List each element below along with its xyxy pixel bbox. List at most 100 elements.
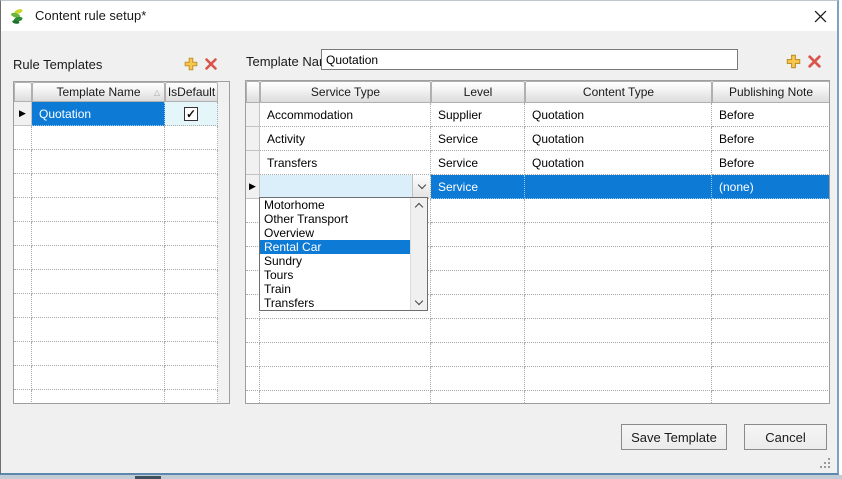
publishing-note-cell[interactable]: Before	[712, 103, 830, 127]
empty-cell[interactable]	[165, 150, 218, 174]
dropdown-item[interactable]: Overview	[260, 226, 410, 240]
level-cell[interactable]: Service	[431, 151, 525, 175]
empty-cell[interactable]	[32, 150, 165, 174]
empty-cell[interactable]	[525, 199, 712, 223]
empty-cell[interactable]	[14, 366, 32, 390]
service-type-combobox[interactable]	[260, 175, 430, 198]
empty-cell[interactable]	[712, 199, 830, 223]
content-type-cell[interactable]: Quotation	[525, 151, 712, 175]
empty-cell[interactable]	[14, 174, 32, 198]
empty-cell[interactable]	[260, 319, 431, 343]
isdefault-cell[interactable]: ✓	[165, 102, 218, 126]
add-template-button[interactable]	[183, 56, 199, 72]
empty-cell[interactable]	[165, 198, 218, 222]
cancel-button[interactable]: Cancel	[744, 424, 827, 450]
save-template-button[interactable]: Save Template	[621, 424, 727, 450]
empty-cell[interactable]	[246, 367, 260, 391]
delete-template-button[interactable]	[203, 56, 219, 72]
empty-cell[interactable]	[246, 343, 260, 367]
empty-cell[interactable]	[260, 367, 431, 391]
dropdown-item[interactable]: Train	[260, 282, 410, 296]
empty-table-row[interactable]	[14, 318, 229, 342]
table-row-activity[interactable]: Activity Service Quotation Before	[246, 127, 829, 151]
empty-cell[interactable]	[525, 367, 712, 391]
empty-cell[interactable]	[14, 318, 32, 342]
publishing-note-cell[interactable]: Before	[712, 127, 830, 151]
publishing-note-column-header[interactable]: Publishing Note	[712, 81, 830, 103]
empty-cell[interactable]	[14, 126, 32, 150]
empty-cell[interactable]	[32, 390, 165, 404]
empty-table-row[interactable]	[14, 342, 229, 366]
empty-cell[interactable]	[431, 343, 525, 367]
empty-cell[interactable]	[712, 247, 830, 271]
dropdown-item[interactable]: Motorhome	[260, 198, 410, 212]
empty-cell[interactable]	[246, 223, 260, 247]
empty-cell[interactable]	[32, 198, 165, 222]
checkbox-checked-icon[interactable]: ✓	[184, 107, 198, 121]
empty-cell[interactable]	[525, 319, 712, 343]
empty-cell[interactable]	[165, 294, 218, 318]
row-selector[interactable]	[246, 151, 260, 175]
empty-table-row[interactable]	[14, 198, 229, 222]
delete-rule-button[interactable]	[806, 53, 822, 69]
empty-cell[interactable]	[32, 246, 165, 270]
empty-cell[interactable]	[712, 295, 830, 319]
dropdown-item[interactable]: Rental Car	[260, 240, 410, 254]
empty-cell[interactable]	[32, 342, 165, 366]
service-type-cell[interactable]: Activity	[260, 127, 431, 151]
empty-table-row[interactable]	[14, 174, 229, 198]
empty-cell[interactable]	[246, 319, 260, 343]
scroll-down-button[interactable]	[411, 295, 427, 310]
empty-cell[interactable]	[246, 247, 260, 271]
service-type-cell[interactable]: Transfers	[260, 151, 431, 175]
empty-cell[interactable]	[32, 294, 165, 318]
empty-cell[interactable]	[246, 199, 260, 223]
empty-cell[interactable]	[14, 342, 32, 366]
empty-cell[interactable]	[32, 174, 165, 198]
dropdown-scrollbar[interactable]	[410, 198, 427, 310]
empty-table-row[interactable]	[246, 367, 829, 391]
empty-cell[interactable]	[431, 199, 525, 223]
template-name-cell[interactable]: Quotation	[32, 102, 165, 126]
empty-cell[interactable]	[525, 295, 712, 319]
empty-cell[interactable]	[525, 391, 712, 404]
empty-table-row[interactable]	[14, 126, 229, 150]
empty-cell[interactable]	[32, 318, 165, 342]
dropdown-item[interactable]: Other Transport	[260, 212, 410, 226]
service-type-cell[interactable]: Accommodation	[260, 103, 431, 127]
publishing-note-cell[interactable]: (none)	[712, 175, 830, 199]
empty-table-row[interactable]	[246, 343, 829, 367]
empty-cell[interactable]	[712, 223, 830, 247]
level-cell[interactable]: Service	[431, 175, 525, 199]
table-row-editing[interactable]: ▶ Service (none)	[246, 175, 829, 199]
resize-grip[interactable]	[819, 457, 831, 469]
dropdown-item[interactable]: Tours	[260, 268, 410, 282]
empty-table-row[interactable]	[14, 246, 229, 270]
empty-cell[interactable]	[525, 343, 712, 367]
empty-table-row[interactable]	[14, 294, 229, 318]
dropdown-item[interactable]: Transfers	[260, 296, 410, 310]
empty-cell[interactable]	[260, 391, 431, 404]
content-type-column-header[interactable]: Content Type	[525, 81, 712, 103]
empty-cell[interactable]	[32, 366, 165, 390]
empty-table-row[interactable]	[14, 150, 229, 174]
empty-cell[interactable]	[260, 343, 431, 367]
empty-cell[interactable]	[712, 319, 830, 343]
empty-cell[interactable]	[431, 271, 525, 295]
empty-cell[interactable]	[165, 246, 218, 270]
empty-cell[interactable]	[14, 150, 32, 174]
empty-table-row[interactable]	[14, 222, 229, 246]
empty-cell[interactable]	[14, 390, 32, 404]
empty-cell[interactable]	[431, 391, 525, 404]
empty-cell[interactable]	[525, 271, 712, 295]
level-cell[interactable]: Supplier	[431, 103, 525, 127]
row-selector[interactable]	[246, 103, 260, 127]
empty-cell[interactable]	[165, 174, 218, 198]
empty-cell[interactable]	[165, 342, 218, 366]
combobox-dropdown-button[interactable]	[412, 175, 430, 198]
empty-cell[interactable]	[165, 222, 218, 246]
empty-cell[interactable]	[712, 271, 830, 295]
empty-cell[interactable]	[32, 126, 165, 150]
row-selector[interactable]	[246, 127, 260, 151]
table-row-transfers[interactable]: Transfers Service Quotation Before	[246, 151, 829, 175]
